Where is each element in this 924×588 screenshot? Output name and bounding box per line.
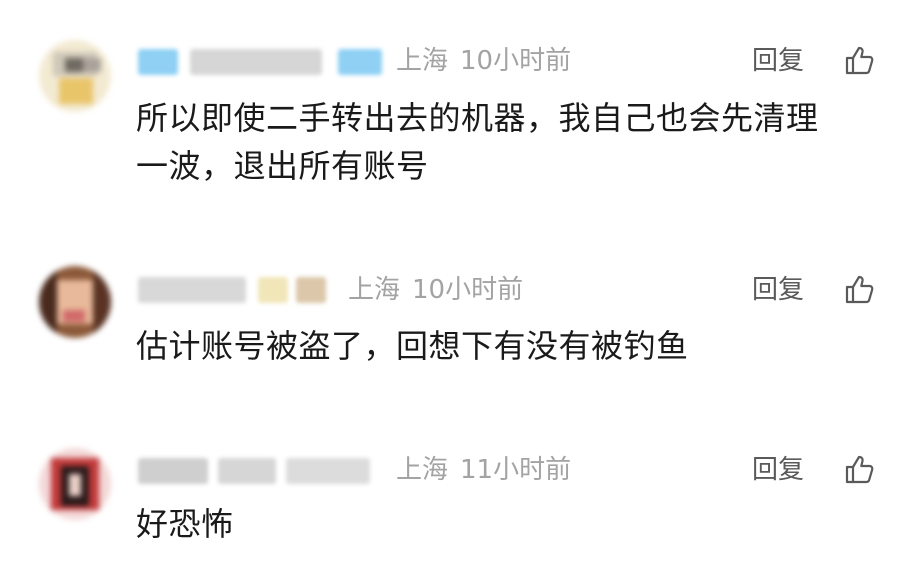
avatar[interactable] (39, 448, 111, 520)
username-blurred[interactable] (138, 458, 388, 484)
comment-item: 上海 11小时前 回复 好恐怖 (0, 0, 924, 588)
comment-meta: 上海 11小时前 (396, 455, 571, 485)
comment-text-line: 好恐怖 (136, 505, 234, 543)
location-label: 上海 (396, 455, 449, 485)
thumbs-up-icon[interactable] (844, 453, 876, 485)
timestamp: 11小时前 (460, 455, 572, 485)
comment-text: 好恐怖 (136, 500, 896, 548)
reply-button[interactable]: 回复 (752, 455, 804, 485)
